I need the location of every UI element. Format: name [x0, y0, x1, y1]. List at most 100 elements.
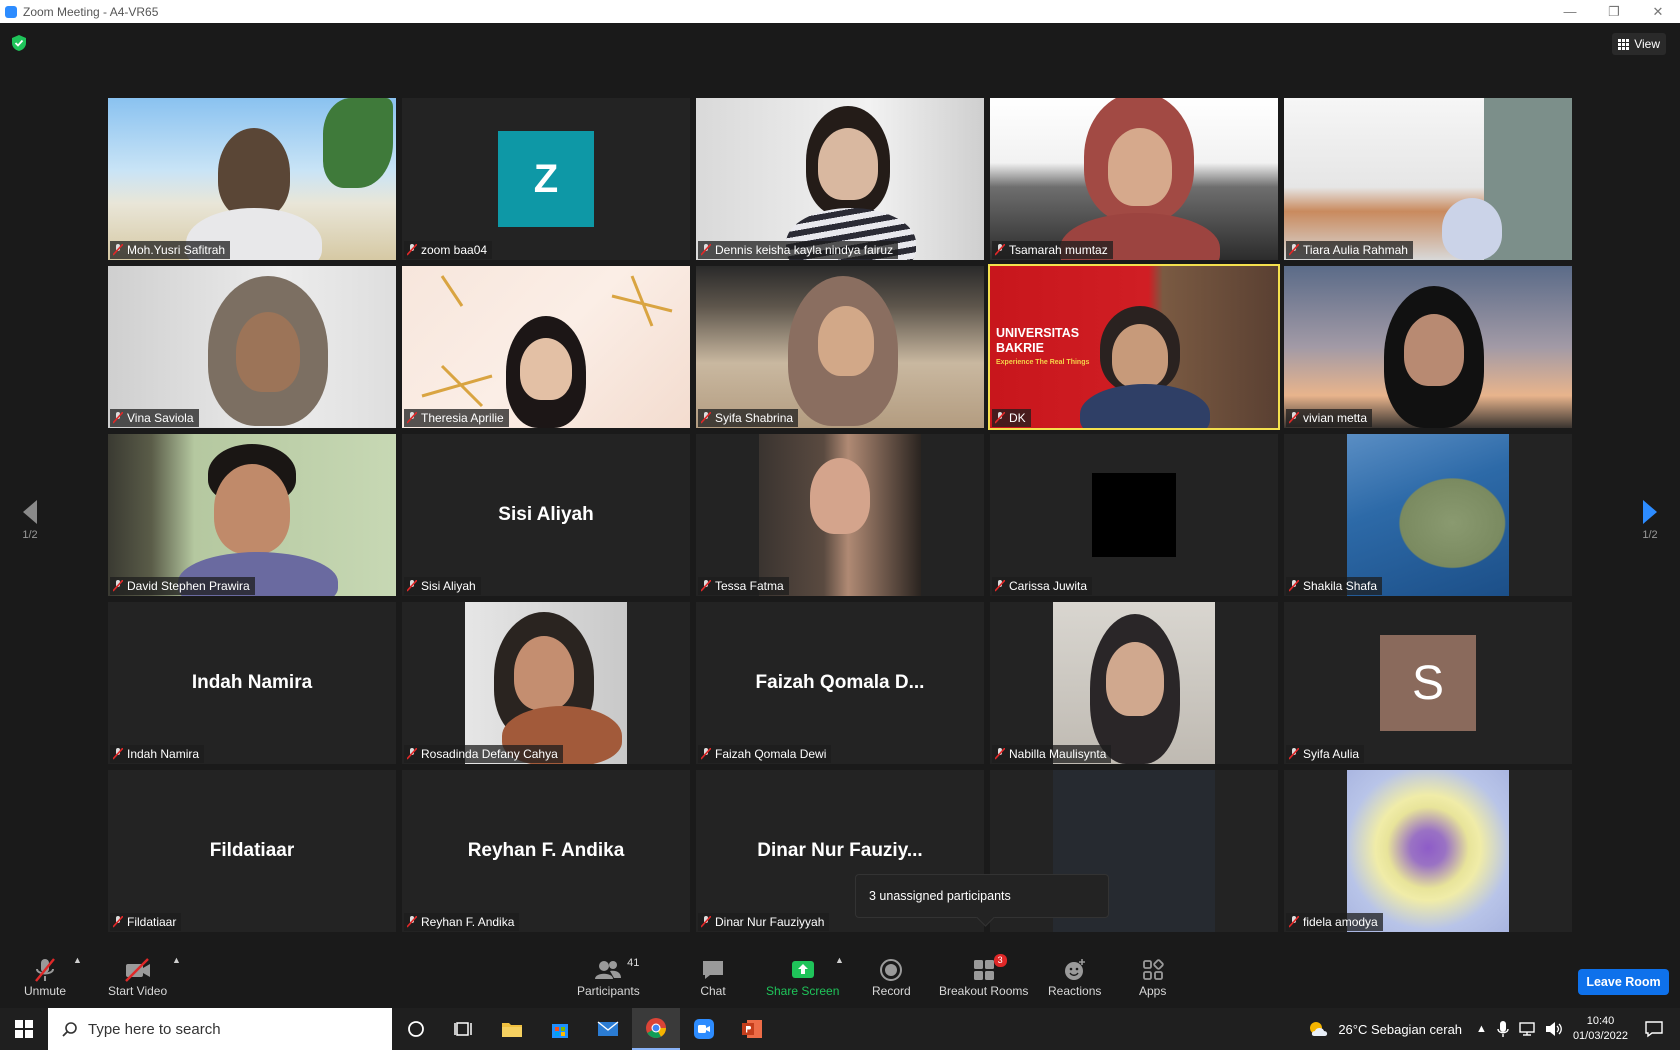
security-shield-icon[interactable]	[12, 35, 26, 51]
breakout-rooms-button[interactable]: 3 Breakout Rooms	[939, 954, 1028, 998]
taskbar-search-box[interactable]: Type here to search	[48, 1008, 392, 1050]
participant-name-label: Carissa Juwita	[992, 577, 1093, 595]
minimize-button[interactable]: —	[1548, 0, 1592, 23]
folder-icon	[502, 1023, 522, 1037]
record-button[interactable]: Record	[872, 957, 911, 998]
avatar: Z	[498, 131, 594, 227]
show-hidden-icons-chevron-icon[interactable]: ▲	[1476, 1023, 1487, 1035]
participant-name-label: David Stephen Prawira	[110, 577, 255, 595]
taskbar-zoom[interactable]	[680, 1008, 728, 1050]
video-tile[interactable]: Z zoom baa04	[402, 98, 690, 260]
notification-center-icon[interactable]	[1644, 1020, 1664, 1038]
apps-button[interactable]: Apps	[1139, 957, 1166, 998]
video-tile[interactable]: Sisi Aliyah Sisi Aliyah	[402, 434, 690, 596]
mic-muted-icon	[1289, 580, 1299, 592]
chrome-browser-icon	[646, 1018, 666, 1038]
start-button[interactable]	[0, 1008, 48, 1050]
video-tile[interactable]: fidela amodya	[1284, 770, 1572, 932]
cortana-button[interactable]	[392, 1008, 440, 1050]
reactions-button[interactable]: Reactions	[1048, 957, 1101, 998]
meeting-area: View 1/2 1/2 Moh.Yusri Safitrah Z zoom b…	[0, 23, 1680, 943]
previous-page-button[interactable]: 1/2	[10, 498, 50, 541]
video-tile[interactable]: Syifa Shabrina	[696, 266, 984, 428]
store-bag-icon	[552, 1024, 568, 1038]
mic-muted-icon	[1289, 916, 1299, 928]
audio-options-chevron-icon[interactable]: ▲	[73, 955, 82, 965]
participant-silhouette	[818, 306, 874, 376]
black-profile-photo	[1092, 473, 1176, 557]
video-tile[interactable]: Rosadinda Defany Cahya	[402, 602, 690, 764]
start-video-button[interactable]: Start Video	[108, 957, 167, 998]
mic-muted-icon	[407, 916, 417, 928]
participant-display-name: Faizah Qomala D...	[755, 672, 925, 693]
taskbar-chrome[interactable]	[632, 1008, 680, 1050]
participant-silhouette	[1442, 198, 1502, 260]
video-tile[interactable]: S Syifa Aulia	[1284, 602, 1572, 764]
clock-date: 01/03/2022	[1572, 1030, 1628, 1042]
participant-silhouette	[818, 128, 878, 200]
video-tile[interactable]: Theresia Aprilie	[402, 266, 690, 428]
microphone-icon[interactable]	[1497, 1020, 1509, 1038]
mic-muted-icon	[701, 412, 711, 424]
video-tile[interactable]: Tiara Aulia Rahmah	[1284, 98, 1572, 260]
network-icon[interactable]	[1519, 1021, 1537, 1037]
mic-muted-icon	[701, 580, 711, 592]
video-tile[interactable]: Fildatiaar Fildatiaar	[108, 770, 396, 932]
mail-envelope-icon	[597, 1021, 619, 1036]
taskbar-mail[interactable]	[584, 1008, 632, 1050]
video-tile[interactable]: Reyhan F. Andika Reyhan F. Andika	[402, 770, 690, 932]
video-tile[interactable]: Tsamarah mumtaz	[990, 98, 1278, 260]
video-tile[interactable]: Carissa Juwita	[990, 434, 1278, 596]
active-speaker-tile[interactable]: UNIVERSITAS BAKRIE Experience The Real T…	[988, 264, 1280, 430]
participants-icon	[595, 961, 622, 979]
leave-room-button[interactable]: Leave Room	[1578, 969, 1669, 995]
video-tile[interactable]: Vina Saviola	[108, 266, 396, 428]
video-tile[interactable]: Shakila Shafa	[1284, 434, 1572, 596]
next-page-button[interactable]: 1/2	[1630, 498, 1670, 541]
share-screen-button[interactable]: Share Screen	[766, 957, 839, 998]
view-button[interactable]: View	[1612, 33, 1666, 55]
task-view-button[interactable]	[440, 1008, 488, 1050]
video-tile[interactable]: Faizah Qomala D... Faizah Qomala Dewi	[696, 602, 984, 764]
share-options-chevron-icon[interactable]: ▲	[835, 955, 844, 965]
participant-name-label: Vina Saviola	[110, 409, 199, 427]
search-icon	[62, 1022, 77, 1037]
participant-name-label: vivian metta	[1286, 409, 1373, 427]
virtual-background-banner: UNIVERSITAS BAKRIE Experience The Real T…	[996, 326, 1090, 366]
taskbar-powerpoint[interactable]	[728, 1008, 776, 1050]
weather-partly-cloudy-icon[interactable]	[1308, 1020, 1330, 1038]
participant-display-name: Fildatiaar	[209, 840, 295, 861]
video-tile[interactable]: Dennis keisha kayla nindya fairuz	[696, 98, 984, 260]
video-tile[interactable]: Tessa Fatma	[696, 434, 984, 596]
participant-silhouette	[1108, 128, 1172, 206]
video-tile[interactable]: Indah Namira Indah Namira	[108, 602, 396, 764]
mic-muted-icon	[407, 244, 417, 256]
participant-name-label: Dennis keisha kayla nindya fairuz	[698, 241, 899, 259]
arrow-right-icon	[1643, 500, 1657, 524]
clock-time: 10:40	[1586, 1015, 1615, 1027]
close-button[interactable]: ✕	[1636, 0, 1680, 23]
participant-name-label: Faizah Qomala Dewi	[698, 745, 832, 763]
taskbar-file-explorer[interactable]	[488, 1008, 536, 1050]
clock[interactable]: 10:40 01/03/2022	[1573, 1014, 1628, 1044]
mic-muted-icon	[113, 748, 123, 760]
volume-icon[interactable]	[1545, 1021, 1563, 1037]
participant-name-label: Syifa Aulia	[1286, 745, 1365, 763]
video-tile[interactable]: Moh.Yusri Safitrah	[108, 98, 396, 260]
weather-text[interactable]: 26°C Sebagian cerah	[1338, 1022, 1462, 1037]
unmute-button[interactable]: Unmute	[24, 957, 66, 998]
participant-silhouette	[218, 128, 290, 218]
participant-silhouette	[810, 458, 870, 534]
video-tile[interactable]: David Stephen Prawira	[108, 434, 396, 596]
participants-button[interactable]: 41 Participants	[577, 957, 640, 998]
window-titlebar: Zoom Meeting - A4-VR65 — ❐ ✕	[0, 0, 1680, 23]
participant-silhouette	[1112, 324, 1168, 388]
chat-button[interactable]: Chat	[700, 957, 726, 998]
video-tile[interactable]: vivian metta	[1284, 266, 1572, 428]
mic-muted-icon	[1289, 412, 1299, 424]
video-tile[interactable]: Nabilla Maulisynta	[990, 602, 1278, 764]
video-options-chevron-icon[interactable]: ▲	[172, 955, 181, 965]
restore-button[interactable]: ❐	[1592, 0, 1636, 23]
participant-display-name: Indah Namira	[191, 672, 313, 693]
taskbar-microsoft-store[interactable]	[536, 1008, 584, 1050]
